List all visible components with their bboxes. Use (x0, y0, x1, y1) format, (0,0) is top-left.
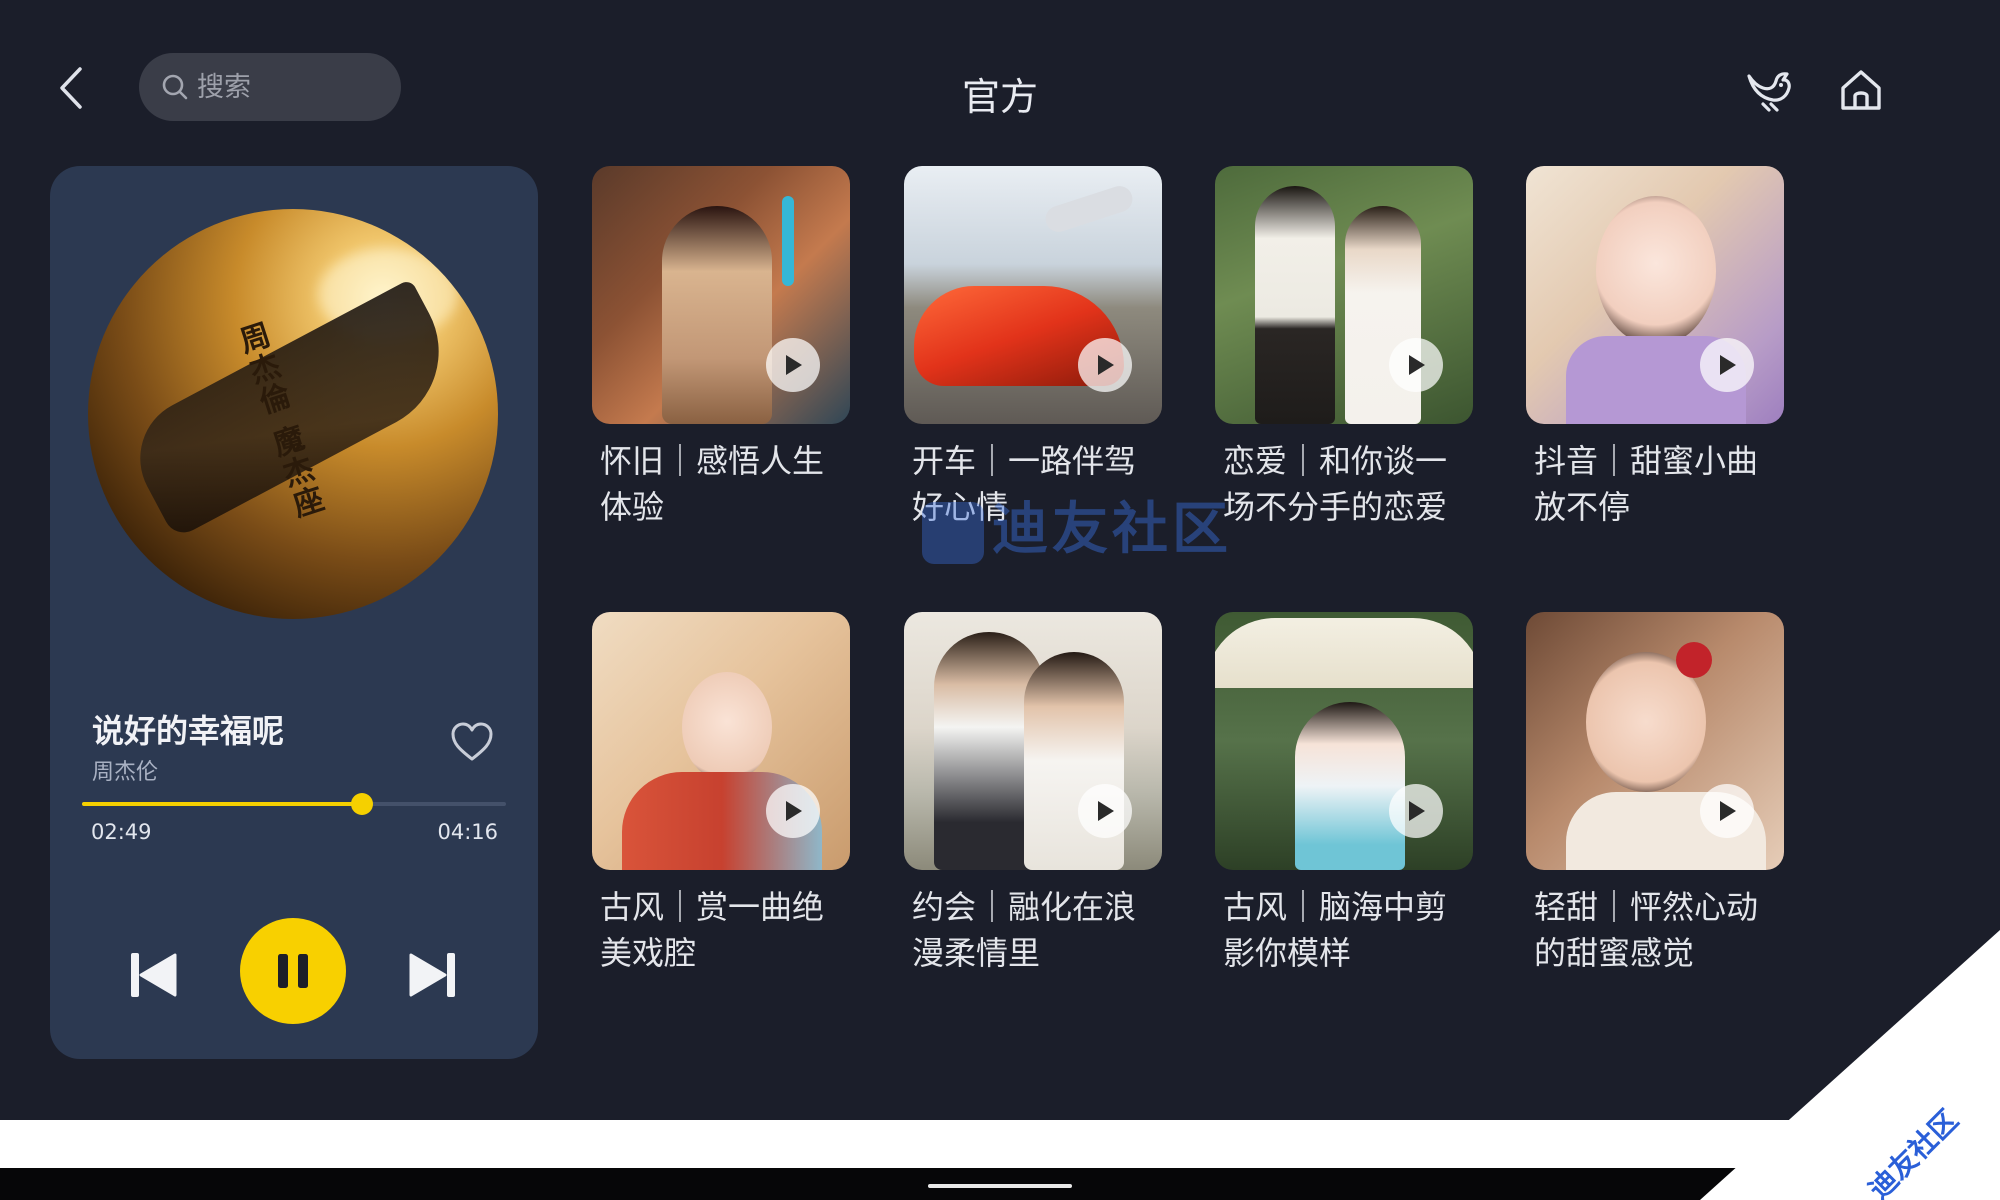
top-bar: 官方 (0, 0, 2000, 160)
play-overlay[interactable] (1078, 338, 1132, 392)
cover-figure (662, 206, 772, 424)
play-icon (1720, 801, 1736, 821)
play-overlay[interactable] (1078, 784, 1132, 838)
cover-face (1596, 196, 1716, 346)
progress-knob[interactable] (350, 793, 373, 815)
play-icon (786, 355, 802, 375)
cover-rose (1676, 642, 1712, 678)
play-overlay[interactable] (766, 784, 820, 838)
pause-button[interactable] (240, 918, 346, 1024)
playlist-card[interactable]: 抖音｜甜蜜小曲放不停 (1526, 166, 1784, 530)
play-icon (1098, 801, 1114, 821)
song-artist: 周杰伦 (92, 760, 159, 785)
play-icon (786, 801, 802, 821)
previous-icon (131, 953, 177, 997)
album-cover[interactable]: 周杰倫 魔杰座 (88, 209, 498, 619)
previous-button[interactable] (122, 944, 184, 1006)
playlist-cover (1526, 166, 1784, 424)
playlist-card[interactable]: 轻甜｜怦然心动的甜蜜感觉 (1526, 612, 1784, 976)
playlist-title: 怀旧｜感悟人生体验 (600, 442, 825, 526)
play-icon (1098, 355, 1114, 375)
playlist-cover (904, 612, 1162, 870)
play-overlay[interactable] (1700, 784, 1754, 838)
playlist-title: 约会｜融化在浪漫柔情里 (912, 888, 1137, 972)
search-icon (162, 74, 188, 100)
playlist-card[interactable]: 约会｜融化在浪漫柔情里 (904, 612, 1162, 976)
playlist-title: 抖音｜甜蜜小曲放不停 (1534, 442, 1759, 526)
bird-icon (1747, 72, 1791, 112)
cover-umbrella (1215, 618, 1473, 688)
playlist-card[interactable]: 恋爱｜和你谈一场不分手的恋爱 (1215, 166, 1473, 530)
playlist-cover (592, 166, 850, 424)
playlist-title: 恋爱｜和你谈一场不分手的恋爱 (1223, 442, 1448, 526)
cover-figure (1295, 702, 1405, 870)
playlist-card[interactable]: 古风｜赏一曲绝美戏腔 (592, 612, 850, 976)
cover-face (682, 672, 772, 782)
playlist-card[interactable]: 怀旧｜感悟人生体验 (592, 166, 850, 530)
progress-bar[interactable] (82, 793, 506, 815)
bird-button[interactable] (1741, 62, 1797, 118)
song-title: 说好的幸福呢 (92, 712, 285, 750)
play-icon (1409, 355, 1425, 375)
home-icon (1841, 70, 1881, 110)
play-overlay[interactable] (1389, 338, 1443, 392)
back-icon (60, 67, 82, 109)
playlist-card[interactable]: 开车｜一路伴驾好心情 (904, 166, 1162, 530)
favorite-button[interactable] (446, 716, 498, 768)
total-time: 04:16 (437, 820, 498, 844)
pause-icon (278, 954, 308, 988)
playlist-cover (1215, 612, 1473, 870)
play-overlay[interactable] (766, 338, 820, 392)
cover-figure (1255, 186, 1335, 424)
home-indicator[interactable] (928, 1184, 1072, 1188)
play-icon (1720, 355, 1736, 375)
playlist-cover (1215, 166, 1473, 424)
current-time: 02:49 (91, 820, 152, 844)
play-icon (1409, 801, 1425, 821)
back-button[interactable] (48, 60, 94, 116)
playlist-cover (1526, 612, 1784, 870)
play-overlay[interactable] (1700, 338, 1754, 392)
heart-icon (451, 722, 493, 761)
next-icon (409, 953, 455, 997)
progress-fill (82, 802, 362, 806)
now-playing-panel: 周杰倫 魔杰座 说好的幸福呢 周杰伦 02:49 04:16 (50, 166, 538, 1059)
playlist-title: 古风｜赏一曲绝美戏腔 (600, 888, 825, 972)
cover-jet (1042, 182, 1136, 236)
play-overlay[interactable] (1389, 784, 1443, 838)
playlist-title: 开车｜一路伴驾好心情 (912, 442, 1137, 526)
search-input[interactable] (197, 71, 387, 103)
bottom-bar (0, 1120, 2000, 1168)
next-button[interactable] (402, 944, 464, 1006)
playlist-title: 古风｜脑海中剪影你模样 (1223, 888, 1448, 972)
playlist-title: 轻甜｜怦然心动的甜蜜感觉 (1534, 888, 1759, 972)
search-box[interactable] (139, 53, 401, 121)
playlist-card[interactable]: 古风｜脑海中剪影你模样 (1215, 612, 1473, 976)
playlist-cover (904, 166, 1162, 424)
playlist-cover (592, 612, 850, 870)
home-button[interactable] (1833, 62, 1889, 118)
cover-neon (782, 196, 794, 286)
